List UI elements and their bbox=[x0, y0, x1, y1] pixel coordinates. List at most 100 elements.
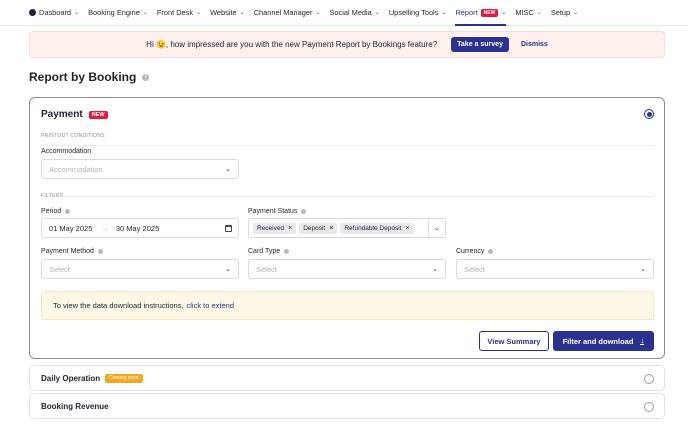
chevron-down-icon: ⌄ bbox=[441, 10, 447, 16]
close-icon[interactable]: × bbox=[288, 225, 292, 232]
payment-radio[interactable] bbox=[644, 109, 654, 119]
new-badge: NEW bbox=[480, 8, 499, 17]
payment-status-label-text: Payment Status bbox=[248, 208, 298, 215]
chevron-down-icon: ⌄ bbox=[640, 266, 646, 273]
daily-operation-card[interactable]: Daily Operation Coming soon bbox=[29, 365, 665, 391]
card-type-select[interactable]: Select ⌄ bbox=[248, 259, 446, 279]
card-type-label: Card Type bbox=[248, 248, 290, 255]
notice-text: To view the data download instructions, bbox=[53, 301, 184, 310]
nav-item-booking-engine[interactable]: Booking Engine ⌄ bbox=[88, 0, 148, 26]
currency-label: Currency bbox=[456, 248, 494, 255]
info-icon[interactable] bbox=[97, 249, 103, 254]
nav-item-front-desk[interactable]: Front Desk ⌄ bbox=[157, 0, 201, 26]
chevron-down-icon[interactable]: ⌄ bbox=[428, 218, 446, 238]
payment-title-text: Payment bbox=[41, 109, 83, 120]
booking-revenue-radio[interactable] bbox=[644, 402, 654, 412]
nav-item-upselling-tools[interactable]: Upselling Tools ⌄ bbox=[389, 0, 447, 26]
nav-item-label: Website bbox=[210, 8, 237, 17]
nav-item-dashboard[interactable]: Dasboard ⌄ bbox=[29, 0, 79, 26]
chevron-down-icon: ⌄ bbox=[573, 10, 579, 16]
card-type-placeholder: Select bbox=[256, 264, 277, 274]
new-badge: NEW bbox=[88, 110, 108, 119]
survey-banner: Hi 😉, how impressed are you with the new… bbox=[29, 31, 665, 58]
filter-and-download-button[interactable]: Filter and download ↓ bbox=[553, 331, 654, 351]
payment-method-placeholder: Select bbox=[49, 264, 70, 274]
nav-item-social-media[interactable]: Social Media ⌄ bbox=[329, 0, 379, 26]
view-summary-label: View Summary bbox=[487, 336, 541, 346]
chevron-down-icon: ⌄ bbox=[142, 10, 148, 16]
info-icon[interactable]: i bbox=[142, 73, 150, 81]
accommodation-placeholder: Accommodation bbox=[49, 164, 103, 174]
close-icon[interactable]: × bbox=[329, 225, 333, 232]
page-title-text: Report by Booking bbox=[29, 70, 137, 84]
nav-item-setup[interactable]: Setup ⌄ bbox=[551, 0, 578, 26]
dismiss-link[interactable]: Dismiss bbox=[521, 41, 548, 48]
info-icon[interactable] bbox=[301, 209, 307, 214]
status-tag-label: Received bbox=[257, 224, 285, 232]
chevron-down-icon: ⌄ bbox=[432, 266, 438, 273]
close-icon[interactable]: × bbox=[405, 225, 409, 232]
booking-revenue-card[interactable]: Booking Revenue bbox=[29, 393, 665, 419]
filter-download-label: Filter and download bbox=[562, 336, 634, 346]
accommodation-select[interactable]: Accommodation ⌄ bbox=[41, 159, 239, 179]
payment-card: Payment NEW PRINTOUT CONDITIONS Accommod… bbox=[29, 97, 665, 359]
payment-status-label: Payment Status bbox=[248, 208, 307, 215]
chevron-down-icon: ⌄ bbox=[536, 10, 542, 16]
daily-operation-radio[interactable] bbox=[644, 374, 654, 384]
calendar-icon[interactable] bbox=[225, 225, 232, 232]
period-end: 30 May 2025 bbox=[115, 223, 160, 233]
divider bbox=[62, 196, 654, 197]
status-tag: Received × bbox=[253, 222, 297, 234]
period-date-range[interactable]: 01 May 2025 → 30 May 2025 bbox=[41, 218, 239, 238]
nav-item-channel-manager[interactable]: Channel Manager ⌄ bbox=[254, 0, 321, 26]
banner-text: Hi 😉, how impressed are you with the new… bbox=[146, 40, 438, 49]
status-tag: Deposit × bbox=[299, 222, 338, 234]
chevron-down-icon: ⌄ bbox=[501, 10, 507, 16]
status-tag-label: Deposit bbox=[303, 224, 326, 232]
booking-revenue-title: Booking Revenue bbox=[41, 401, 109, 411]
chevron-down-icon: ⌄ bbox=[74, 10, 80, 16]
daily-operation-title: Daily Operation bbox=[41, 373, 101, 383]
view-summary-button[interactable]: View Summary bbox=[479, 331, 549, 351]
download-instructions-notice: To view the data download instructions, … bbox=[41, 291, 654, 320]
chevron-down-icon: ⌄ bbox=[374, 10, 380, 16]
chevron-down-icon: ⌄ bbox=[239, 10, 245, 16]
nav-item-label: Social Media bbox=[329, 8, 372, 17]
currency-placeholder: Select bbox=[464, 264, 485, 274]
click-to-extend-link[interactable]: click to extend bbox=[187, 301, 235, 310]
info-icon[interactable] bbox=[65, 209, 71, 214]
period-label-text: Period bbox=[41, 208, 62, 215]
chevron-down-icon: ⌄ bbox=[315, 10, 321, 16]
top-nav: Dasboard ⌄ Booking Engine ⌄ Front Desk ⌄… bbox=[0, 0, 688, 26]
accommodation-label: Accommodation bbox=[41, 148, 91, 155]
nav-item-label: Setup bbox=[550, 8, 571, 17]
divider bbox=[40, 145, 654, 146]
chevron-down-icon: ⌄ bbox=[225, 166, 231, 173]
chevron-down-icon: ⌄ bbox=[225, 266, 231, 273]
info-icon[interactable] bbox=[488, 249, 494, 254]
coming-soon-badge: Coming soon bbox=[105, 373, 143, 383]
payment-method-select[interactable]: Select ⌄ bbox=[41, 259, 239, 279]
arrow-right-icon: → bbox=[101, 223, 109, 233]
accommodation-label-text: Accommodation bbox=[41, 148, 92, 155]
nav-item-label: Dasboard bbox=[39, 8, 72, 17]
nav-item-label: Front Desk bbox=[156, 8, 194, 17]
payment-method-label: Payment Method bbox=[41, 248, 103, 255]
download-icon: ↓ bbox=[640, 336, 645, 345]
nav-item-report[interactable]: Report NEW ⌄ bbox=[455, 0, 506, 26]
status-tag: Refundable Deposit × bbox=[340, 222, 414, 234]
payment-status-select[interactable]: Received × Deposit × Refundable Deposit … bbox=[248, 218, 446, 238]
nav-item-label: Report bbox=[455, 8, 478, 17]
nav-item-website[interactable]: Website ⌄ bbox=[210, 0, 245, 26]
currency-select[interactable]: Select ⌄ bbox=[456, 259, 654, 279]
nav-item-label: Booking Engine bbox=[88, 8, 140, 17]
period-start: 01 May 2025 bbox=[49, 223, 93, 233]
card-type-label-text: Card Type bbox=[248, 248, 281, 255]
info-icon[interactable] bbox=[284, 249, 290, 254]
payment-card-title[interactable]: Payment NEW bbox=[41, 109, 108, 120]
nav-item-misc[interactable]: MISC ⌄ bbox=[515, 0, 542, 26]
nav-item-label: Channel Manager bbox=[253, 8, 313, 17]
take-survey-button[interactable]: Take a survey bbox=[451, 37, 509, 52]
nav-item-label: Upselling Tools bbox=[388, 8, 439, 17]
page-title: Report by Booking i bbox=[29, 70, 150, 84]
